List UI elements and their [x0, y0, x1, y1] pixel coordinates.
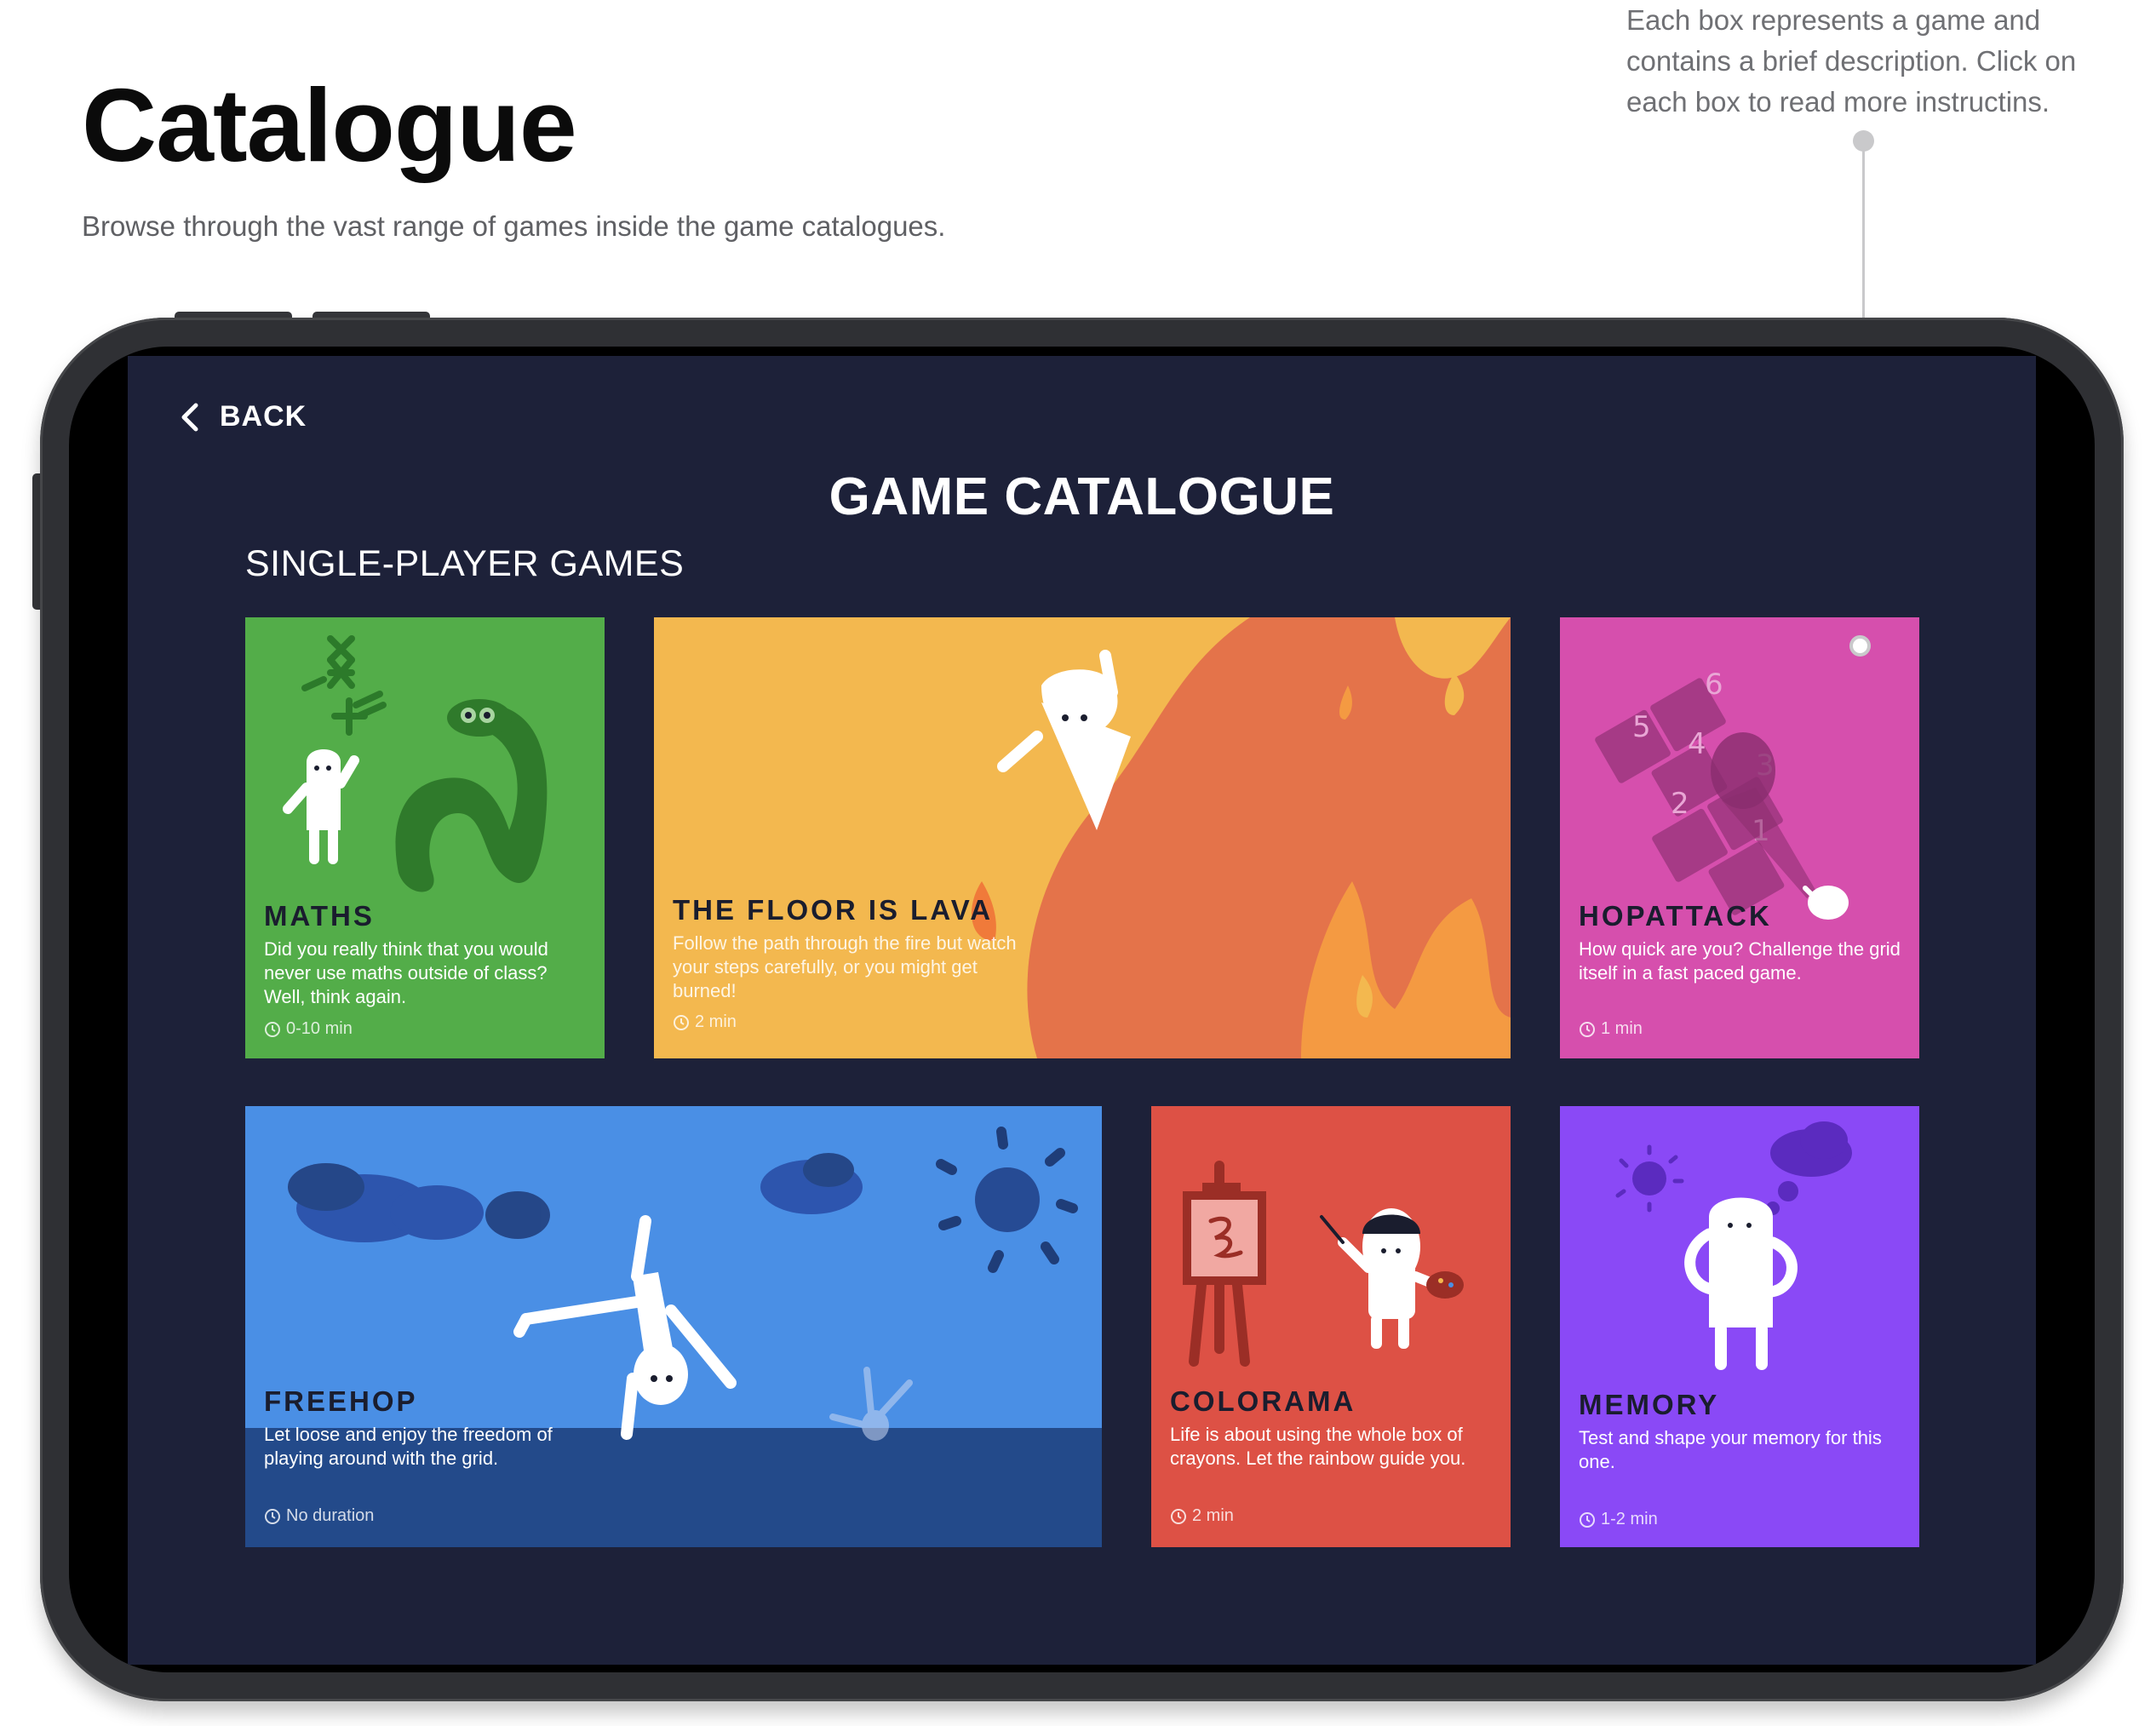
- game-card-maths[interactable]: MATHS Did you really think that you woul…: [245, 617, 605, 1058]
- page-subtitle: Browse through the vast range of games i…: [82, 210, 946, 242]
- duration-label: 1 min: [1601, 1019, 1643, 1038]
- colorama-illustration: [1183, 1161, 1464, 1367]
- card-title: COLORAMA: [1170, 1385, 1356, 1417]
- card-description: Test and shape your memory for this one.: [1579, 1427, 1882, 1472]
- card-title: MEMORY: [1579, 1389, 1720, 1420]
- game-card-the-floor-is-lava[interactable]: THE FLOOR IS LAVA Follow the path throug…: [654, 617, 1511, 1058]
- card-duration: 1-2 min: [1579, 1510, 1658, 1529]
- svg-text:5: 5: [1632, 710, 1651, 744]
- svg-text:6: 6: [1705, 668, 1723, 702]
- card-title: THE FLOOR IS LAVA: [673, 894, 994, 926]
- app-screen: BACK GAME CATALOGUE SINGLE-PLAYER GAMES: [128, 356, 2036, 1665]
- clock-icon: [674, 1014, 689, 1030]
- tablet-device: BACK GAME CATALOGUE SINGLE-PLAYER GAMES: [40, 318, 2124, 1701]
- screen-title: GAME CATALOGUE: [829, 467, 1335, 526]
- back-label: BACK: [220, 400, 307, 433]
- annotation-pointer: [1849, 635, 1871, 657]
- section-label: SINGLE-PLAYER GAMES: [245, 543, 685, 584]
- duration-label: 2 min: [1192, 1506, 1234, 1525]
- tablet-bezel: BACK GAME CATALOGUE SINGLE-PLAYER GAMES: [69, 347, 2095, 1672]
- card-description: Follow the path through the fire but wat…: [673, 932, 1017, 1001]
- card-description: Life is about using the whole box of cra…: [1170, 1424, 1466, 1469]
- card-title: HOPATTACK: [1579, 900, 1772, 932]
- card-duration: 1 min: [1579, 1019, 1643, 1039]
- page-title: Catalogue: [82, 67, 577, 183]
- clock-icon: [1580, 1021, 1595, 1037]
- hopattack-illustration: 5 6 4 3 2 1: [1595, 668, 1849, 920]
- clock-icon: [265, 1508, 280, 1524]
- card-description: How quick are you? Challenge the grid it…: [1579, 938, 1901, 983]
- card-duration: 2 min: [673, 1012, 737, 1032]
- svg-text:4: 4: [1688, 727, 1706, 761]
- duration-label: 0-10 min: [286, 1019, 353, 1038]
- card-duration: No duration: [264, 1506, 374, 1526]
- card-title: FREEHOP: [264, 1385, 418, 1417]
- duration-label: 2 min: [695, 1012, 737, 1031]
- card-description: Let loose and enjoy the freedom of playi…: [264, 1424, 553, 1469]
- card-description: Did you really think that you would neve…: [264, 938, 548, 1007]
- back-button[interactable]: BACK: [179, 400, 307, 433]
- game-card-colorama[interactable]: COLORAMA Life is about using the whole b…: [1151, 1106, 1511, 1547]
- freehop-illustration: [245, 1127, 1102, 1547]
- duration-label: No duration: [286, 1506, 375, 1525]
- memory-illustration: [1615, 1121, 1852, 1370]
- svg-text:2: 2: [1671, 787, 1689, 821]
- card-duration: 0-10 min: [264, 1019, 353, 1039]
- annotation-note: Each box represents a game and contains …: [1626, 4, 2077, 118]
- duration-label: 1-2 min: [1601, 1510, 1658, 1528]
- game-card-freehop[interactable]: FREEHOP Let loose and enjoy the freedom …: [245, 1106, 1102, 1547]
- chevron-left-icon: [181, 403, 198, 431]
- card-duration: 2 min: [1170, 1506, 1234, 1526]
- clock-icon: [1171, 1508, 1186, 1524]
- card-title: MATHS: [264, 900, 375, 932]
- clock-icon: [265, 1021, 280, 1037]
- game-card-memory[interactable]: MEMORY Test and shape your memory for th…: [1560, 1106, 1919, 1547]
- game-card-hopattack[interactable]: 5 6 4 3 2 1 HOPATTACK How quick are you?…: [1560, 617, 1919, 1058]
- clock-icon: [1580, 1511, 1595, 1528]
